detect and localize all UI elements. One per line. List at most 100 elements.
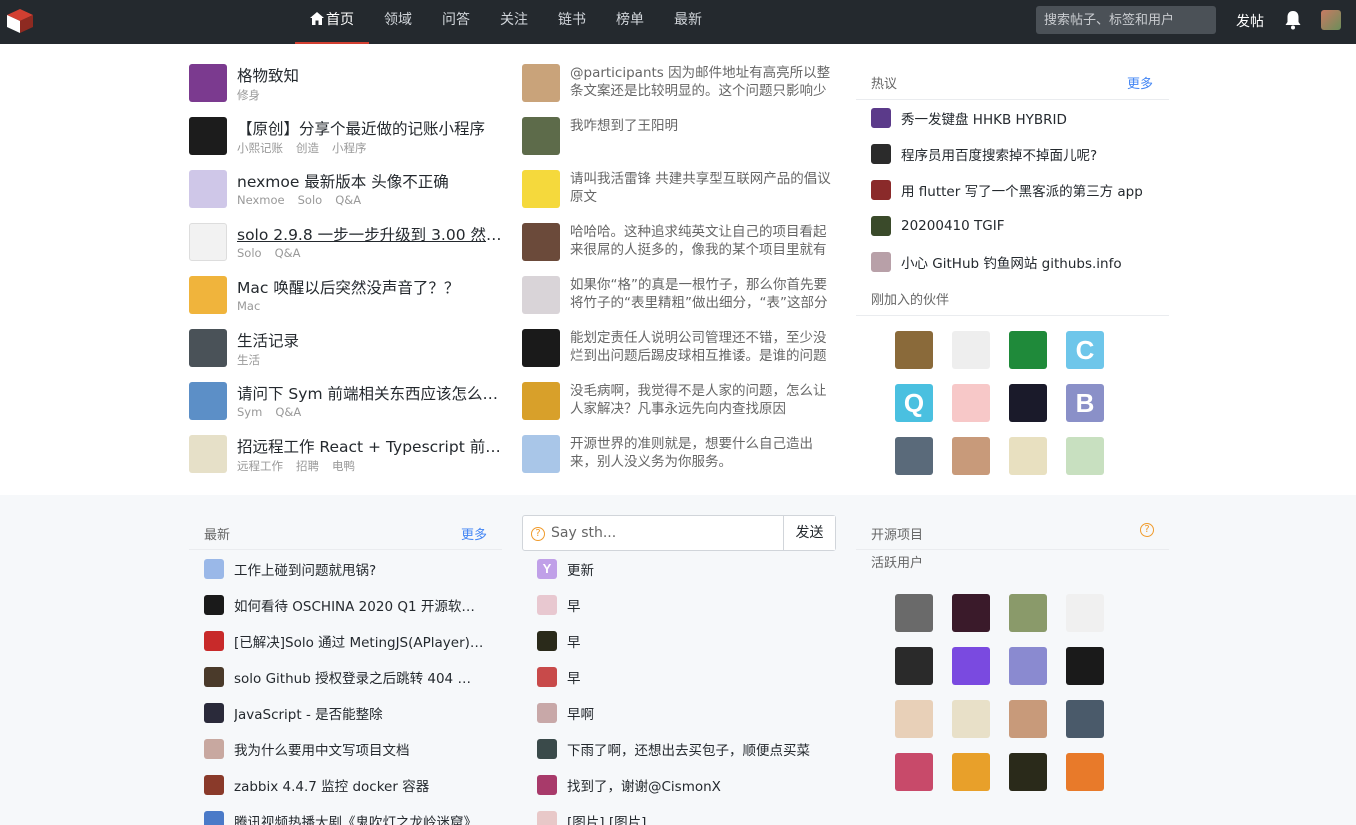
comment-item[interactable]: 没毛病啊，我觉得不是人家的问题，怎么让人家解决？凡事永远先向内查找原因 xyxy=(522,378,835,431)
row-text[interactable]: 工作上碰到问题就甩锅? xyxy=(234,559,376,579)
article-item[interactable]: 格物致知 修身 xyxy=(189,60,504,113)
comment-item[interactable]: 我咋想到了王阳明 xyxy=(522,113,835,166)
tag-link[interactable]: 创造 xyxy=(296,141,319,155)
user-avatar[interactable]: C xyxy=(1066,331,1104,369)
user-avatar[interactable] xyxy=(895,331,933,369)
article-item[interactable]: 【原创】分享个最近做的记账小程序 小熙记账 创造 小程序 xyxy=(189,113,504,166)
user-avatar[interactable] xyxy=(895,700,933,738)
chat-message[interactable]: [图片] [图片] xyxy=(537,811,827,825)
hot-item-title[interactable]: 20200410 TGIF xyxy=(901,218,1004,234)
tag-link[interactable]: Solo xyxy=(237,246,262,260)
row-text[interactable]: [已解决]Solo 通过 MetingJS(APlayer) 插入网易云音乐 xyxy=(234,631,484,651)
row-text[interactable]: JavaScript - 是否能整除 xyxy=(234,703,383,723)
tag-link[interactable]: Q&A xyxy=(275,405,301,419)
chat-message[interactable]: 找到了，谢谢@CismonX xyxy=(537,775,827,795)
comment-text[interactable]: 没毛病啊，我觉得不是人家的问题，怎么让人家解决？凡事永远先向内查找原因 xyxy=(570,382,835,418)
hot-item[interactable]: 20200410 TGIF xyxy=(871,216,1161,236)
row-text[interactable]: 早 xyxy=(567,667,581,687)
latest-item[interactable]: 腾讯视频热播大剧《鬼吹灯之龙岭迷窟》 xyxy=(204,811,484,825)
comment-item[interactable]: 开源世界的准则就是，想要什么自己造出来，别人没义务为你服务。 xyxy=(522,431,835,484)
search-input[interactable] xyxy=(1036,6,1216,34)
site-logo-icon[interactable] xyxy=(7,9,33,33)
user-avatar[interactable] xyxy=(1066,647,1104,685)
comment-text[interactable]: 能划定责任人说明公司管理还不错，至少没烂到出问题后踢皮球相互推诿。是谁的问题 xyxy=(570,329,835,365)
article-item[interactable]: solo 2.9.8 一步一步升级到 3.00 然后恢复数据库Solo Q&A xyxy=(189,219,504,272)
user-avatar[interactable] xyxy=(952,437,990,475)
user-avatar[interactable] xyxy=(1009,331,1047,369)
nav-home[interactable]: 首页 xyxy=(295,0,369,44)
row-text[interactable]: solo Github 授权登录之后跳转 404 页面 xyxy=(234,667,484,687)
comment-item[interactable]: 能划定责任人说明公司管理还不错，至少没烂到出问题后踢皮球相互推诿。是谁的问题 xyxy=(522,325,835,378)
notification-bell-icon[interactable] xyxy=(1284,10,1302,30)
chat-message[interactable]: 早 xyxy=(537,595,827,615)
chat-message[interactable]: Y 更新 xyxy=(537,559,827,579)
comment-text[interactable]: 如果你“格”的真是一根竹子，那么你首先要将竹子的“表里精粗”做出细分，“表”这部… xyxy=(570,276,835,312)
tag-link[interactable]: Solo xyxy=(298,193,323,207)
user-avatar[interactable] xyxy=(895,594,933,632)
latest-item[interactable]: 如何看待 OSCHINA 2020 Q1 开源软件月榜 xyxy=(204,595,484,615)
user-avatar[interactable] xyxy=(1066,700,1104,738)
row-text[interactable]: [图片] [图片] xyxy=(567,811,646,825)
hot-more-link[interactable]: 更多 xyxy=(1127,73,1153,92)
user-avatar[interactable] xyxy=(1066,594,1104,632)
comment-item[interactable]: 请叫我活雷锋 共建共享型互联网产品的倡议原文 xyxy=(522,166,835,219)
chat-message[interactable]: 早啊 xyxy=(537,703,827,723)
send-button[interactable]: 发送 xyxy=(783,516,835,550)
article-title[interactable]: Mac 唤醒以后突然没声音了？？ xyxy=(237,276,504,298)
row-text[interactable]: 早啊 xyxy=(567,703,594,723)
help-icon[interactable]: ? xyxy=(531,527,545,541)
row-text[interactable]: 早 xyxy=(567,595,581,615)
tag-link[interactable]: Q&A xyxy=(275,246,301,260)
user-avatar[interactable] xyxy=(1009,753,1047,791)
chat-message[interactable]: 早 xyxy=(537,667,827,687)
user-avatar[interactable] xyxy=(1009,700,1047,738)
article-item[interactable]: Mac 唤醒以后突然没声音了？？ Mac xyxy=(189,272,504,325)
comment-text[interactable]: 我咋想到了王阳明 xyxy=(570,117,835,153)
nav-qna[interactable]: 问答 xyxy=(427,0,485,44)
chat-message[interactable]: 下雨了啊，还想出去买包子，顺便点买菜 xyxy=(537,739,827,759)
user-avatar[interactable] xyxy=(895,753,933,791)
tag-link[interactable]: Q&A xyxy=(335,193,361,207)
tag-link[interactable]: 生活 xyxy=(237,353,260,367)
nav-domain[interactable]: 领域 xyxy=(369,0,427,44)
row-text[interactable]: 我为什么要用中文写项目文档 xyxy=(234,739,410,759)
row-text[interactable]: 更新 xyxy=(567,559,594,579)
hot-item-title[interactable]: 小心 GitHub 钓鱼网站 githubs.info xyxy=(901,252,1122,272)
post-button[interactable]: 发帖 xyxy=(1236,11,1264,31)
user-avatar[interactable] xyxy=(952,753,990,791)
open-source-help-icon[interactable]: ? xyxy=(1140,523,1154,537)
nav-follow[interactable]: 关注 xyxy=(485,0,543,44)
tag-link[interactable]: Mac xyxy=(237,299,260,313)
user-avatar[interactable] xyxy=(952,331,990,369)
user-avatar[interactable] xyxy=(1009,437,1047,475)
article-title[interactable]: 请问下 Sym 前端相关东西应该怎么修改 xyxy=(237,382,504,404)
hot-item-title[interactable]: 用 flutter 写了一个黑客派的第三方 app xyxy=(901,180,1143,200)
user-avatar[interactable] xyxy=(1066,437,1104,475)
tag-link[interactable]: Nexmoe xyxy=(237,193,285,207)
article-title[interactable]: 生活记录 xyxy=(237,329,504,351)
comment-text[interactable]: 哈哈哈。这种追求纯英文让自己的项目看起来很屌的人挺多的，像我的某个项目里就有 xyxy=(570,223,835,259)
comment-item[interactable]: @participants 因为邮件地址有高亮所以整条文案还是比较明显的。这个问… xyxy=(522,60,835,113)
user-avatar[interactable] xyxy=(952,700,990,738)
comment-item[interactable]: 如果你“格”的真是一根竹子，那么你首先要将竹子的“表里精粗”做出细分，“表”这部… xyxy=(522,272,835,325)
tag-link[interactable]: 修身 xyxy=(237,88,260,102)
hot-item-title[interactable]: 秀一发键盘 HHKB HYBRID xyxy=(901,108,1067,128)
article-title[interactable]: nexmoe 最新版本 头像不正确 xyxy=(237,170,504,192)
nav-linkbook[interactable]: 链书 xyxy=(543,0,601,44)
row-text[interactable]: zabbix 4.4.7 监控 docker 容器 xyxy=(234,775,429,795)
user-avatar[interactable] xyxy=(1009,647,1047,685)
hot-item[interactable]: 用 flutter 写了一个黑客派的第三方 app xyxy=(871,180,1161,200)
latest-item[interactable]: solo Github 授权登录之后跳转 404 页面 xyxy=(204,667,484,687)
comment-item[interactable]: 哈哈哈。这种追求纯英文让自己的项目看起来很屌的人挺多的，像我的某个项目里就有 xyxy=(522,219,835,272)
latest-item[interactable]: [已解决]Solo 通过 MetingJS(APlayer) 插入网易云音乐 xyxy=(204,631,484,651)
tag-link[interactable]: 小程序 xyxy=(332,141,367,155)
latest-item[interactable]: 工作上碰到问题就甩锅? xyxy=(204,559,484,579)
row-text[interactable]: 早 xyxy=(567,631,581,651)
user-avatar[interactable] xyxy=(1066,753,1104,791)
user-avatar[interactable] xyxy=(952,384,990,422)
comment-text[interactable]: @participants 因为邮件地址有高亮所以整条文案还是比较明显的。这个问… xyxy=(570,64,835,100)
latest-more-link[interactable]: 更多 xyxy=(461,524,487,543)
tag-link[interactable]: 小熙记账 xyxy=(237,141,283,155)
article-item[interactable]: 生活记录 生活 xyxy=(189,325,504,378)
article-title[interactable]: 格物致知 xyxy=(237,64,504,86)
